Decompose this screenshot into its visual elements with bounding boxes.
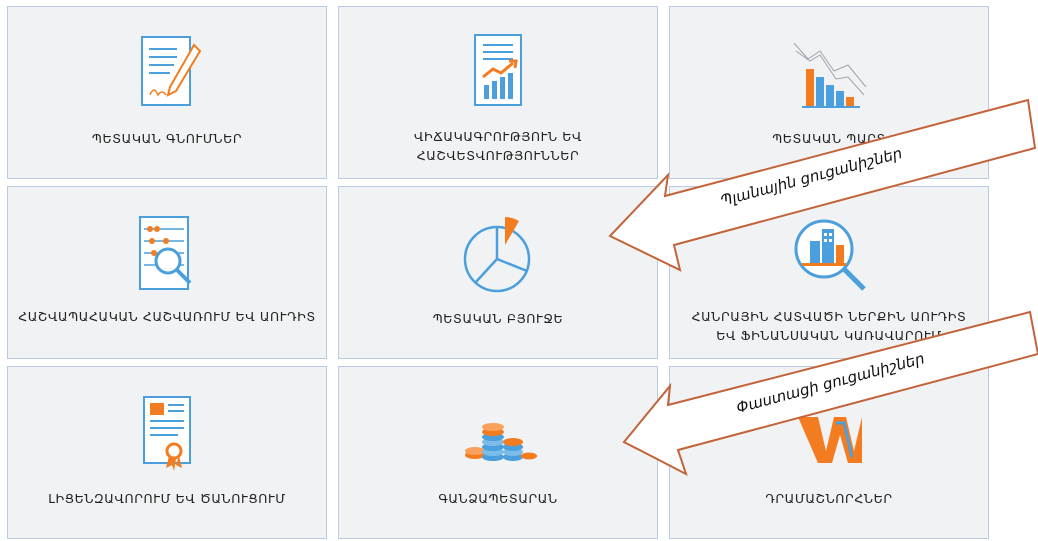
tile-public-sector-audit[interactable]: ՀԱՆՐԱՅԻՆ ՀԱՏՎԱԾԻ ՆԵՐՔԻՆ ԱՈՒԴԻՏ ԵՎ ՖԻՆԱՆՍ…	[669, 186, 989, 359]
report-growth-chart-icon	[474, 34, 522, 106]
tile-label: ՊԵՏԱԿԱՆ ԳՆՈՒՄՆԵՐ	[91, 131, 243, 146]
tile-label: ՊԵՏԱԿԱՆ ՊԱՐՏ	[772, 131, 886, 146]
coin-stacks-icon	[465, 423, 537, 461]
tile-licensing[interactable]: ԼԻՑԵՆԶԱՎՈՐՈՒՄ ԵՎ ԾԱՆՈՒՑՈՒՄ	[7, 366, 327, 539]
tile-money-market[interactable]: ԴՐԱՄԱՇՆՈՐՀՆԵՐ	[669, 366, 989, 539]
tile-label: ԳԱՆՁԱՊԵՏԱՐԱՆ	[438, 491, 558, 506]
w-logo-icon	[798, 417, 862, 463]
tile-label: ՀԱՆՐԱՅԻՆ ՀԱՏՎԱԾԻ ՆԵՐՔԻՆ ԱՈՒԴԻՏ ԵՎ ՖԻՆԱՆՍ…	[691, 309, 967, 343]
tile-state-debt[interactable]: ՊԵՏԱԿԱՆ ՊԱՐՏ	[669, 6, 989, 179]
tile-statistics-reports[interactable]: ՎԻՃԱԿԱԳՐՈՒԹՅՈՒՆ ԵՎ ՀԱՇՎԵՏՎՈՒԹՅՈՒՆՆԵՐ	[338, 6, 658, 179]
tile-label: ՊԵՏԱԿԱՆ ԲՅՈՒՋԵ	[432, 311, 564, 326]
tile-state-procurement[interactable]: ՊԵՏԱԿԱՆ ԳՆՈՒՄՆԵՐ	[7, 6, 327, 179]
building-magnifier-icon	[794, 219, 866, 291]
tile-label: ԼԻՑԵՆԶԱՎՈՐՈՒՄ ԵՎ ԾԱՆՈՒՑՈՒՄ	[48, 491, 286, 506]
bar-chart-trend-icon	[793, 42, 867, 108]
tile-treasury[interactable]: ԳԱՆՁԱՊԵՏԱՐԱՆ	[338, 366, 658, 539]
tile-accounting-audit[interactable]: ՀԱՇՎԱՊԱՀԱԿԱՆ ՀԱՇՎԱՌՈՒՄ ԵՎ ԱՈՒԴԻՏ	[7, 186, 327, 359]
tile-label: ՀԱՇՎԱՊԱՀԱԿԱՆ ՀԱՇՎԱՌՈՒՄ ԵՎ ԱՈՒԴԻՏ	[18, 309, 316, 324]
tile-label: ՎԻՃԱԿԱԳՐՈՒԹՅՈՒՆ ԵՎ ՀԱՇՎԵՏՎՈՒԹՅՈՒՆՆԵՐ	[413, 129, 583, 163]
tile-label: ԴՐԱՄԱՇՆՈՐՀՆԵՐ	[765, 491, 893, 506]
contract-signature-icon	[141, 36, 202, 106]
abacus-magnifier-icon	[139, 216, 192, 290]
certificate-icon	[143, 396, 191, 471]
tile-state-budget[interactable]: ՊԵՏԱԿԱՆ ԲՅՈՒՋԵ	[338, 186, 658, 359]
pie-chart-icon	[463, 217, 531, 293]
